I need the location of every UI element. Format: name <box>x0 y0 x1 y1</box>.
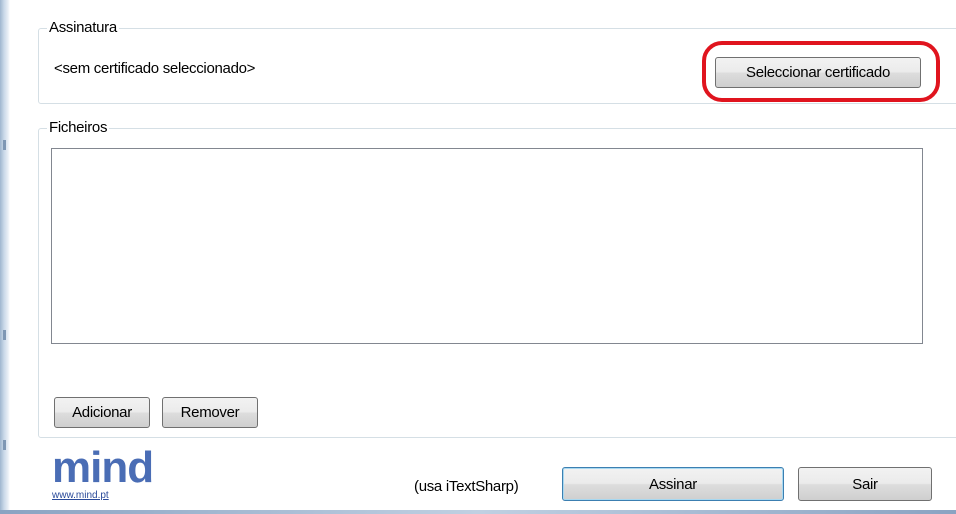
files-list[interactable] <box>51 148 923 344</box>
signature-group-label: Assinatura <box>47 19 119 37</box>
sign-button[interactable]: Assinar <box>562 467 784 501</box>
exit-button[interactable]: Sair <box>798 467 932 501</box>
library-note-text: (usa iTextSharp) <box>414 478 519 495</box>
edge-mark <box>3 140 6 150</box>
edge-mark <box>3 330 6 340</box>
edge-mark <box>3 440 6 450</box>
mind-logo[interactable]: mind www.mind.pt <box>52 443 154 502</box>
select-certificate-button[interactable]: Seleccionar certificado <box>715 57 921 88</box>
add-file-button[interactable]: Adicionar <box>54 397 150 428</box>
remove-file-button[interactable]: Remover <box>162 397 258 428</box>
window-bottom-edge <box>0 510 956 514</box>
logo-wordmark: mind <box>52 443 154 492</box>
files-group-label: Ficheiros <box>47 119 110 137</box>
window-left-edge <box>0 0 10 514</box>
certificate-status-text: <sem certificado seleccionado> <box>54 60 256 77</box>
